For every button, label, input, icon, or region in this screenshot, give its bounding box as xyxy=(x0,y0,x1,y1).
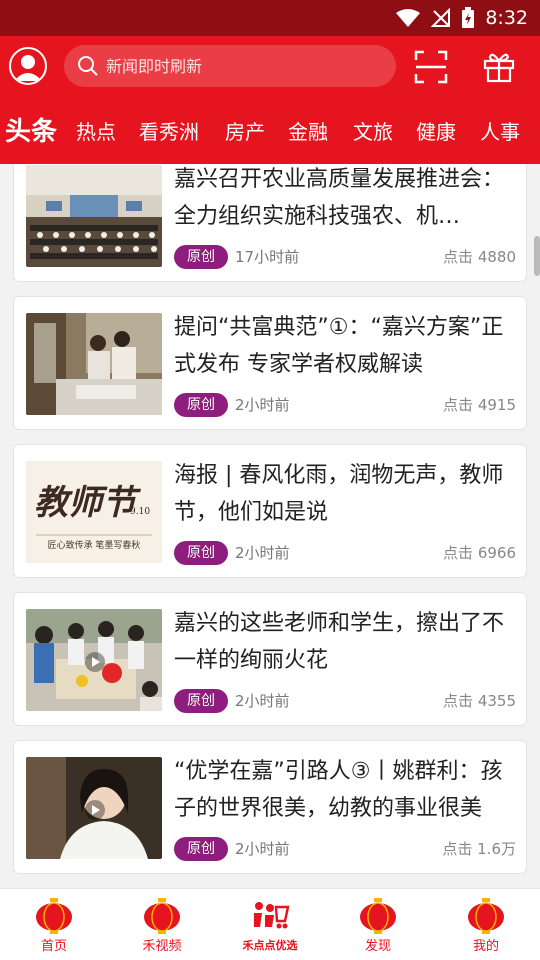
news-meta: 原创 2小时前 点击 4355 xyxy=(174,689,516,713)
lantern-icon xyxy=(468,898,504,934)
news-time: 2小时前 xyxy=(235,840,290,858)
channel-tabs: 头条 热点 看秀洲 房产 金融 文旅 健康 人事 xyxy=(0,112,540,152)
status-icons: 8:32 xyxy=(395,0,528,36)
nav-shop[interactable]: 禾点点优选 xyxy=(216,889,324,960)
nav-discover[interactable]: 发现 xyxy=(324,889,432,960)
original-badge: 原创 xyxy=(174,245,228,269)
click-count: 点击 4355 xyxy=(443,692,516,710)
video-play-icon[interactable] xyxy=(84,651,106,673)
battery-icon xyxy=(462,7,475,28)
poster-caption: 匠心致传承 笔墨写春秋 xyxy=(47,541,141,551)
original-badge: 原创 xyxy=(174,541,228,565)
news-title: 提问“共富典范”①：“嘉兴方案”正式发布 专家学者权威解读 xyxy=(174,315,504,377)
news-feed[interactable]: 嘉兴召开农业高质量发展推进会：全力组织实施科技强农、机… 原创 17小时前 点击… xyxy=(0,164,540,888)
news-card[interactable]: 教师节 9.10 匠心致传承 笔墨写春秋 海报 | 春风化雨，润物无声，教师节，… xyxy=(13,444,527,578)
lantern-icon xyxy=(360,898,396,934)
lantern-icon xyxy=(36,898,72,934)
scan-icon[interactable] xyxy=(414,50,448,84)
status-time: 8:32 xyxy=(485,7,528,29)
original-badge: 原创 xyxy=(174,393,228,417)
news-meta: 原创 2小时前 点击 4915 xyxy=(174,393,516,417)
search-input[interactable] xyxy=(106,56,366,76)
news-meta: 原创 17小时前 点击 4880 xyxy=(174,245,516,269)
nav-label: 禾点点优选 xyxy=(242,939,298,952)
tab-wenlv[interactable]: 文旅 xyxy=(353,112,393,152)
news-meta: 原创 2小时前 点击 6966 xyxy=(174,541,516,565)
lantern-icon xyxy=(144,898,180,934)
poster-title: 教师节 xyxy=(34,483,136,523)
nav-label: 发现 xyxy=(364,939,391,954)
search-icon xyxy=(78,56,98,76)
news-card[interactable]: 嘉兴召开农业高质量发展推进会：全力组织实施科技强农、机… 原创 17小时前 点击… xyxy=(13,164,527,282)
original-badge: 原创 xyxy=(174,837,228,861)
nav-video[interactable]: 禾视频 xyxy=(108,889,216,960)
news-thumbnail xyxy=(26,313,162,415)
nav-label: 禾视频 xyxy=(142,939,182,954)
news-time: 17小时前 xyxy=(235,248,300,266)
shopping-cart-icon xyxy=(254,902,290,929)
news-title: 嘉兴召开农业高质量发展推进会：全力组织实施科技强农、机… xyxy=(174,167,505,229)
no-signal-icon xyxy=(431,8,451,27)
video-play-icon[interactable] xyxy=(84,799,106,821)
news-title: 嘉兴的这些老师和学生，擦出了不一样的绚丽火花 xyxy=(174,611,505,673)
news-title: “优学在嘉”引路人③丨姚群利：孩子的世界很美，幼教的事业很美 xyxy=(174,759,503,821)
tab-renshi[interactable]: 人事 xyxy=(480,112,520,152)
news-thumbnail xyxy=(26,609,162,711)
news-card[interactable]: 提问“共富典范”①：“嘉兴方案”正式发布 专家学者权威解读 原创 2小时前 点击… xyxy=(13,296,527,430)
news-thumbnail xyxy=(26,165,162,267)
news-thumbnail: 教师节 9.10 匠心致传承 笔墨写春秋 xyxy=(26,461,162,563)
news-thumbnail xyxy=(26,757,162,859)
news-time: 2小时前 xyxy=(235,692,290,710)
nav-label: 我的 xyxy=(472,939,499,954)
click-count: 点击 1.6万 xyxy=(442,840,516,858)
original-badge: 原创 xyxy=(174,689,228,713)
nav-home[interactable]: 首页 xyxy=(0,889,108,960)
tab-jiankang[interactable]: 健康 xyxy=(416,112,456,152)
news-time: 2小时前 xyxy=(235,544,290,562)
click-count: 点击 4880 xyxy=(443,248,516,266)
tab-kanxiuzhou[interactable]: 看秀洲 xyxy=(139,112,199,152)
bottom-nav: 首页 禾视频 禾点点优选 发现 我的 xyxy=(0,888,540,960)
scrollbar-thumb[interactable] xyxy=(534,236,540,276)
click-count: 点击 6966 xyxy=(443,544,516,562)
app-header: 头条 热点 看秀洲 房产 金融 文旅 健康 人事 xyxy=(0,36,540,164)
click-count: 点击 4915 xyxy=(443,396,516,414)
search-box[interactable] xyxy=(64,45,396,87)
tab-toutiao[interactable]: 头条 xyxy=(5,112,57,152)
news-time: 2小时前 xyxy=(235,396,290,414)
tab-jinrong[interactable]: 金融 xyxy=(288,112,328,152)
news-meta: 原创 2小时前 点击 1.6万 xyxy=(174,837,516,861)
avatar[interactable] xyxy=(9,47,47,85)
wifi-icon xyxy=(396,9,421,27)
news-card[interactable]: 嘉兴的这些老师和学生，擦出了不一样的绚丽火花 原创 2小时前 点击 4355 xyxy=(13,592,527,726)
status-bar: 8:32 xyxy=(0,0,540,36)
user-icon xyxy=(14,55,42,81)
tab-fangchan[interactable]: 房产 xyxy=(225,112,265,152)
tab-redian[interactable]: 热点 xyxy=(76,112,116,152)
news-title: 海报 | 春风化雨，润物无声，教师节，他们如是说 xyxy=(174,463,504,525)
gift-icon[interactable] xyxy=(482,49,516,83)
nav-label: 首页 xyxy=(40,939,67,954)
nav-mine[interactable]: 我的 xyxy=(432,889,540,960)
poster-date: 9.10 xyxy=(130,507,151,517)
news-card[interactable]: “优学在嘉”引路人③丨姚群利：孩子的世界很美，幼教的事业很美 原创 2小时前 点… xyxy=(13,740,527,874)
